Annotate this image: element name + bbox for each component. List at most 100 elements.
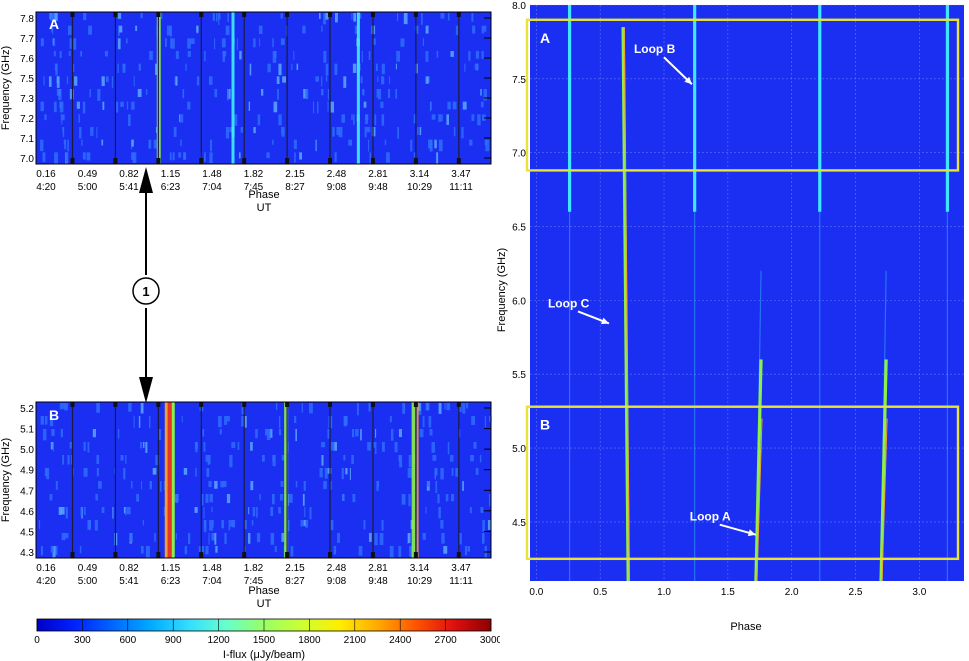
pb-noise-bin: [214, 533, 217, 545]
pa-tick-marker-top: [199, 12, 204, 17]
pb-noise-bin: [83, 442, 86, 451]
pb-noise-bin: [480, 507, 484, 513]
pa-noise-bin: [90, 127, 94, 136]
pa-ytick-label: 7.8: [20, 14, 34, 25]
pb-xtick-phase: 3.47: [451, 563, 471, 574]
pb-noise-bin: [215, 546, 218, 553]
pa-noise-bin: [374, 114, 377, 126]
pb-noise-bin: [38, 520, 41, 529]
colorbar-tick-label: 2700: [434, 635, 457, 646]
main-xtick-label: 2.0: [785, 587, 799, 598]
pa-noise-bin: [86, 152, 91, 161]
pa-noise-bin: [461, 127, 464, 139]
pb-noise-bin: [64, 533, 69, 539]
pb-tick-marker-bottom: [156, 552, 161, 558]
pb-noise-bin: [440, 468, 444, 480]
pa-noise-bin: [362, 89, 365, 96]
pb-noise-bin: [327, 468, 332, 474]
pa-noise-bin: [59, 51, 62, 58]
pa-noise-bin: [334, 152, 337, 163]
pa-noise-bin: [321, 89, 324, 96]
pa-noise-bin: [62, 127, 65, 138]
pa-tick-marker-bottom: [370, 158, 375, 164]
pa-tick-marker-top: [113, 12, 118, 17]
pb-noise-bin: [389, 546, 394, 559]
pa-noise-bin: [123, 63, 125, 70]
pb-noise-bin: [149, 481, 152, 490]
pb-noise-bin: [360, 429, 362, 441]
pa-noise-bin: [248, 101, 251, 111]
pa-noise-bin: [135, 25, 138, 31]
pa-tick-marker-top: [242, 12, 247, 17]
pa-noise-bin: [165, 38, 167, 47]
pb-noise-bin: [438, 507, 441, 519]
pa-noise-bin: [190, 38, 195, 44]
pa-noise-bin: [178, 152, 182, 158]
pb-noise-bin: [229, 455, 233, 468]
pa-noise-bin: [56, 89, 59, 96]
pa-noise-bin: [302, 25, 306, 34]
pa-noise-bin: [79, 127, 82, 139]
pb-noise-bin: [408, 494, 411, 507]
pa-noise-bin: [153, 139, 157, 149]
pa-noise-bin: [69, 38, 72, 49]
pb-noise-bin: [422, 416, 425, 428]
pa-noise-bin: [389, 76, 391, 84]
pa-noise-bin: [196, 25, 199, 33]
pb-noise-bin: [211, 507, 213, 513]
main-ytick-label: 5.0: [512, 444, 526, 455]
pb-xtick-ut: 9:08: [327, 576, 347, 587]
pb-xtick-phase: 2.15: [285, 563, 305, 574]
pa-noise-bin: [80, 51, 83, 57]
main-xtick-label: 0.5: [593, 587, 607, 598]
pa-xtick-ut: 10:29: [407, 182, 432, 193]
pb-noise-bin: [50, 546, 54, 553]
pa-noise-bin: [169, 152, 172, 161]
pa-noise-bin: [280, 13, 283, 19]
pa-noise-bin: [173, 127, 177, 137]
pb-noise-bin: [211, 533, 215, 541]
pb-noise-bin: [425, 507, 427, 514]
pa-noise-bin: [455, 25, 459, 35]
pb-tick-marker-bottom: [328, 552, 333, 558]
pa-noise-bin: [351, 114, 353, 121]
pa-noise-bin: [277, 89, 279, 100]
pa-tick-marker-bottom: [285, 158, 290, 164]
pb-noise-bin: [377, 481, 380, 488]
pb-tick-marker-bottom: [70, 552, 75, 558]
pb-noise-bin: [466, 403, 469, 409]
pb-noise-bin: [488, 494, 491, 507]
pb-xtick-phase: 1.15: [161, 563, 181, 574]
pb-noise-bin: [126, 507, 131, 515]
pb-tick-marker-top: [370, 402, 375, 407]
pb-noise-bin: [443, 546, 448, 554]
pa-noise-bin: [440, 13, 445, 19]
annotation-label: Loop C: [548, 296, 590, 310]
pa-tick-marker-bottom: [70, 158, 75, 164]
pa-noise-bin: [54, 152, 59, 164]
pb-noise-bin: [309, 507, 312, 520]
main-ytick-label: 8.0: [512, 1, 526, 12]
pa-tick-marker-bottom: [156, 158, 161, 164]
pa-noise-bin: [58, 89, 62, 101]
pa-noise-bin: [475, 51, 480, 59]
pb-noise-bin: [250, 442, 253, 451]
pa-noise-bin: [203, 152, 206, 162]
pb-noise-bin: [407, 468, 412, 478]
pa-noise-bin: [397, 127, 400, 139]
pb-noise-bin: [475, 468, 479, 475]
pb-noise-bin: [343, 455, 346, 461]
pa-noise-bin: [338, 127, 343, 138]
pa-noise-bin: [253, 127, 256, 134]
pa-noise-bin: [117, 13, 122, 19]
pb-noise-bin: [429, 429, 433, 436]
pb-noise-bin: [428, 416, 432, 428]
pb-noise-bin: [226, 416, 230, 422]
pa-noise-bin: [97, 89, 101, 101]
pa-noise-bin: [43, 76, 45, 86]
pa-noise-bin: [484, 25, 487, 32]
pb-tick-marker-bottom: [285, 552, 290, 558]
pa-tick-marker-top: [156, 12, 161, 17]
pa-noise-bin: [278, 63, 282, 76]
pa-noise-bin: [381, 76, 385, 85]
